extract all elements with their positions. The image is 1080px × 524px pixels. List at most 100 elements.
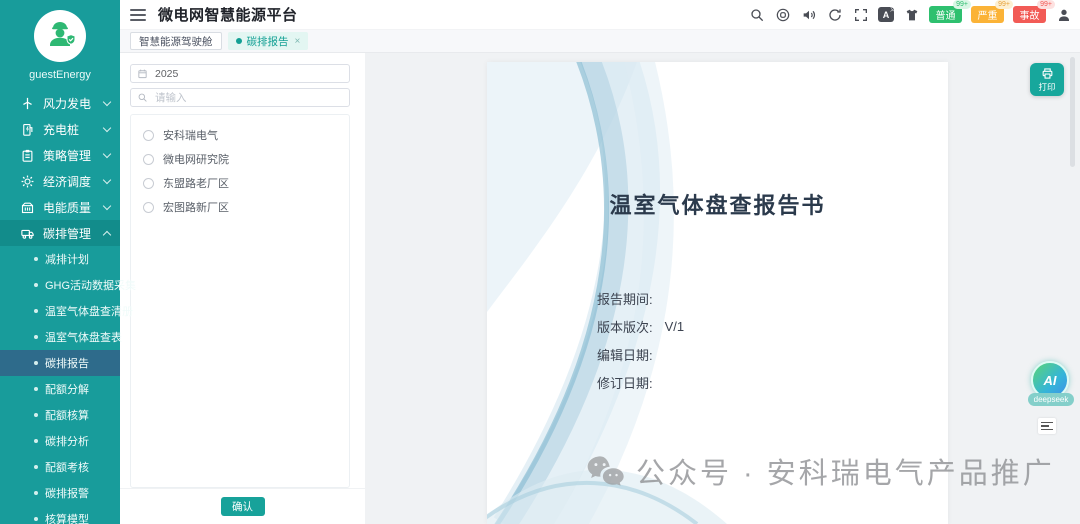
radio-icon[interactable] (143, 178, 154, 189)
menu-label: 风力发电 (43, 95, 104, 112)
power-quality-icon (20, 200, 35, 215)
hamburger-menu-icon[interactable] (130, 9, 146, 21)
org-option-acrel[interactable]: 安科瑞电气 (131, 123, 349, 147)
org-option-dongmeng-old-plant[interactable]: 东盟路老厂区 (131, 171, 349, 195)
chevron-down-icon (103, 201, 111, 209)
search-box[interactable] (130, 88, 350, 107)
submenu-item-accounting-model[interactable]: 核算模型 (0, 506, 120, 524)
sidebar-item-economic-dispatch[interactable]: 经济调度 (0, 168, 120, 194)
bullet-icon (34, 257, 38, 261)
year-picker[interactable] (130, 64, 350, 83)
username: guestEnergy (0, 69, 120, 81)
radio-icon[interactable] (143, 202, 154, 213)
tab-label: 碳排报告 (247, 34, 289, 49)
tab-bar: 智慧能源驾驶舱 碳排报告 × (120, 30, 1080, 53)
refresh-icon[interactable] (826, 6, 843, 23)
tab-carbon-report[interactable]: 碳排报告 × (228, 32, 309, 50)
submenu-item-reduction-plan[interactable]: 减排计划 (0, 246, 120, 272)
sidebar-item-wind-power[interactable]: 风力发电 (0, 90, 120, 116)
bullet-icon (34, 361, 38, 365)
list-handle-icon[interactable] (1038, 418, 1056, 434)
sidebar-item-power-quality[interactable]: 电能质量 (0, 194, 120, 220)
close-tab-icon[interactable]: × (295, 36, 301, 47)
sidebar-item-charging-pile[interactable]: 充电桩 (0, 116, 120, 142)
volume-icon[interactable] (800, 6, 817, 23)
alarm-pill-normal[interactable]: 普通 99+ (929, 6, 962, 23)
wave-decoration (487, 62, 948, 524)
radio-icon[interactable] (143, 154, 154, 165)
bullet-icon (34, 439, 38, 443)
search-icon[interactable] (748, 6, 765, 23)
confirm-button[interactable]: 确认 (221, 497, 265, 516)
submenu-label: 碳排报警 (45, 485, 89, 501)
submenu-item-carbon-report[interactable]: 碳排报告 (0, 350, 120, 376)
org-option-microgrid-institute[interactable]: 微电网研究院 (131, 147, 349, 171)
org-option-hongtu-new-plant[interactable]: 宏图路新厂区 (131, 195, 349, 219)
filter-panel: 安科瑞电气 微电网研究院 东盟路老厂区 宏图路新厂区 确认 (120, 53, 365, 524)
sidebar-item-strategy[interactable]: 策略管理 (0, 142, 120, 168)
wind-turbine-icon (20, 96, 35, 111)
menu-label: 充电桩 (43, 121, 104, 138)
page-title: 微电网智慧能源平台 (158, 4, 298, 25)
pill-label: 严重 (978, 7, 998, 22)
submenu-label: 减排计划 (45, 251, 89, 267)
alarm-pill-severe[interactable]: 严重 99+ (971, 6, 1004, 23)
bullet-icon (34, 283, 38, 287)
alarm-pill-accident[interactable]: 事故 99+ (1013, 6, 1046, 23)
carbon-management-icon (20, 226, 35, 241)
engineer-avatar-icon (40, 14, 80, 59)
submenu-label: 配额核算 (45, 407, 89, 423)
submenu-label: 核算模型 (45, 511, 89, 524)
target-icon[interactable] (774, 6, 791, 23)
field-report-period: 报告期间: (597, 284, 684, 312)
user-profile-icon[interactable] (1055, 6, 1072, 23)
menu-label: 电能质量 (43, 199, 104, 216)
tab-smart-energy-cockpit[interactable]: 智慧能源驾驶舱 (130, 32, 222, 50)
pill-label: 事故 (1020, 7, 1040, 22)
submenu-label: 碳排报告 (45, 355, 89, 371)
sidebar-item-carbon-management[interactable]: 碳排管理 (0, 220, 120, 246)
submenu-label: 温室气体盘查清册 (45, 303, 133, 319)
chevron-up-icon (103, 230, 111, 238)
submenu-item-carbon-analysis[interactable]: 碳排分析 (0, 428, 120, 454)
bullet-icon (34, 413, 38, 417)
sidebar: guestEnergy 风力发电 充电桩 策略管理 (0, 0, 120, 524)
alarm-count-badge: 99+ (995, 0, 1013, 9)
search-input[interactable] (155, 92, 343, 104)
option-label: 微电网研究院 (163, 151, 229, 167)
translate-letter: A (883, 10, 890, 20)
submenu-item-ghg-inventory-register[interactable]: 温室气体盘查清册 (0, 298, 120, 324)
submenu-item-ghg-data-collection[interactable]: GHG活动数据采集 (0, 272, 120, 298)
submenu-item-quota-assessment[interactable]: 配额考核 (0, 454, 120, 480)
field-edit-date: 编辑日期: (597, 340, 684, 368)
scrollbar-thumb[interactable] (1070, 57, 1075, 167)
report-fields: 报告期间: 版本版次: V/1 编辑日期: 修订日期: (597, 284, 684, 396)
printer-icon (1041, 67, 1054, 80)
submenu-label: 碳排分析 (45, 433, 89, 449)
ai-assistant-button[interactable]: AI deepseek (1028, 361, 1072, 406)
charging-pile-icon (20, 122, 35, 137)
fullscreen-icon[interactable] (852, 6, 869, 23)
submenu-item-carbon-alarm[interactable]: 碳排报警 (0, 480, 120, 506)
pill-label: 普通 (936, 7, 956, 22)
theme-shirt-icon[interactable] (903, 6, 920, 23)
field-label: 版本版次: (597, 317, 653, 336)
radio-icon[interactable] (143, 130, 154, 141)
field-value: V/1 (665, 319, 685, 334)
year-input[interactable] (155, 68, 343, 80)
carbon-submenu: 减排计划 GHG活动数据采集 温室气体盘查清册 温室气体盘查表 碳排报告 配额分… (0, 246, 120, 524)
app-window: guestEnergy 风力发电 充电桩 策略管理 (0, 0, 1080, 524)
user-avatar[interactable] (34, 10, 86, 62)
submenu-label: 配额考核 (45, 459, 89, 475)
language-translate-icon[interactable]: A 文 (878, 7, 894, 22)
search-icon (137, 92, 149, 104)
option-label: 东盟路老厂区 (163, 175, 229, 191)
bullet-icon (34, 387, 38, 391)
submenu-item-quota-decomposition[interactable]: 配额分解 (0, 376, 120, 402)
field-label: 编辑日期: (597, 345, 653, 364)
submenu-label: GHG活动数据采集 (45, 277, 136, 293)
submenu-item-quota-accounting[interactable]: 配额核算 (0, 402, 120, 428)
print-button[interactable]: 打印 (1030, 63, 1064, 96)
submenu-item-ghg-inventory-table[interactable]: 温室气体盘查表 (0, 324, 120, 350)
bullet-icon (34, 465, 38, 469)
